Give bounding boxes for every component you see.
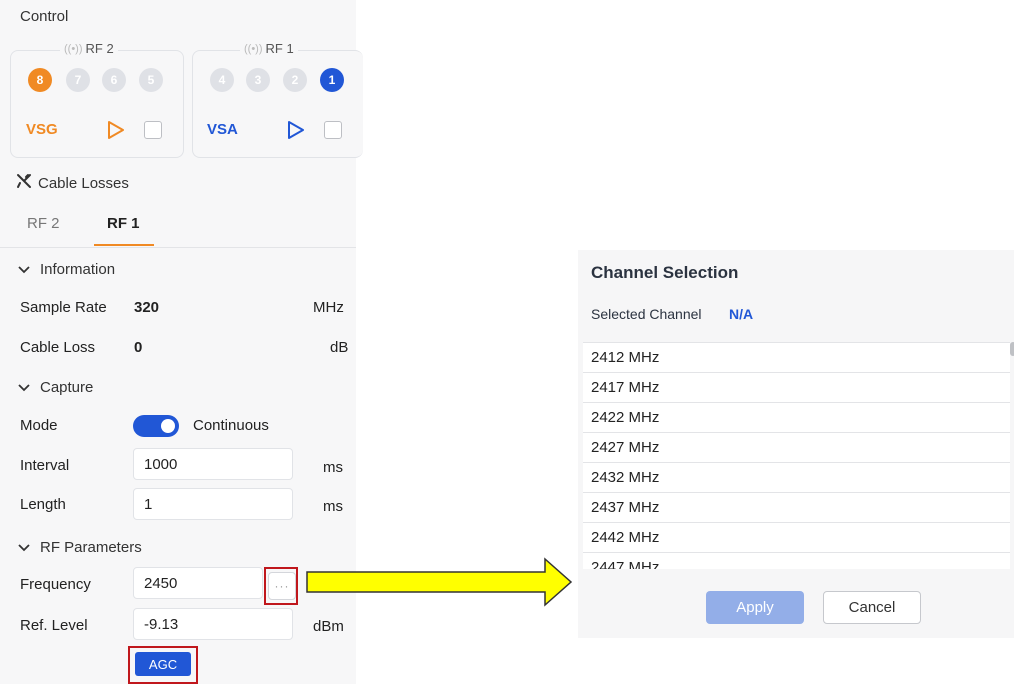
arrow-icon xyxy=(305,557,575,612)
cable-loss-label: Cable Loss xyxy=(20,339,96,356)
rf2-header: ((•)) RF 2 xyxy=(60,41,118,56)
length-label: Length xyxy=(20,496,66,513)
port-8[interactable]: 8 xyxy=(28,68,52,92)
capture-section-header[interactable]: Capture xyxy=(18,379,93,396)
list-item[interactable]: 2422 MHz xyxy=(583,403,1010,433)
list-item[interactable]: 2432 MHz xyxy=(583,463,1010,493)
apply-button[interactable]: Apply xyxy=(706,591,804,624)
vsg-checkbox[interactable] xyxy=(144,121,162,139)
frequency-label: Frequency xyxy=(20,576,91,593)
chevron-down-icon xyxy=(18,261,30,278)
vsg-label: VSG xyxy=(26,121,58,138)
cable-icon xyxy=(16,173,32,193)
port-3[interactable]: 3 xyxy=(246,68,270,92)
information-section-header[interactable]: Information xyxy=(18,261,115,278)
tab-rf1[interactable]: RF 1 xyxy=(107,215,140,232)
mode-toggle[interactable] xyxy=(133,415,179,437)
antenna-icon: ((•)) xyxy=(64,42,83,55)
information-title: Information xyxy=(40,261,116,278)
interval-input[interactable]: 1000 xyxy=(133,448,293,480)
sample-rate-value: 320 xyxy=(134,299,160,316)
selected-channel-label: Selected Channel xyxy=(591,306,702,322)
chevron-down-icon xyxy=(18,379,30,396)
cable-loss-unit: dB xyxy=(330,339,349,356)
list-item[interactable]: 2427 MHz xyxy=(583,433,1010,463)
vsa-checkbox[interactable] xyxy=(324,121,342,139)
vsa-label: VSA xyxy=(207,121,238,138)
port-2[interactable]: 2 xyxy=(283,68,307,92)
play-vsg-icon[interactable] xyxy=(107,120,125,140)
port-7[interactable]: 7 xyxy=(66,68,90,92)
channel-list[interactable]: 2412 MHz 2417 MHz 2422 MHz 2427 MHz 2432… xyxy=(583,342,1010,569)
length-unit: ms xyxy=(323,498,343,515)
ref-level-label: Ref. Level xyxy=(20,617,88,634)
antenna-icon: ((•)) xyxy=(244,42,263,55)
port-1[interactable]: 1 xyxy=(320,68,344,92)
rf2-group xyxy=(10,50,184,158)
rf1-header: ((•)) RF 1 xyxy=(240,41,298,56)
tab-rf2[interactable]: RF 2 xyxy=(27,215,60,232)
selected-channel-value: N/A xyxy=(729,306,754,322)
sample-rate-unit: MHz xyxy=(313,299,344,316)
capture-title: Capture xyxy=(40,379,94,396)
agc-button[interactable]: AGC xyxy=(135,652,191,676)
interval-unit: ms xyxy=(323,459,343,476)
list-item[interactable]: 2442 MHz xyxy=(583,523,1010,553)
list-item[interactable]: 2412 MHz xyxy=(583,343,1010,373)
cable-losses-title: Cable Losses xyxy=(38,174,129,192)
length-input[interactable]: 1 xyxy=(133,488,293,520)
ref-level-unit: dBm xyxy=(313,618,344,635)
rf2-label: RF 2 xyxy=(85,41,114,56)
dialog-title: Channel Selection xyxy=(591,263,739,282)
frequency-input[interactable]: 2450 xyxy=(133,567,263,599)
rf1-group xyxy=(192,50,363,158)
sample-rate-label: Sample Rate xyxy=(20,299,107,316)
list-item[interactable]: 2437 MHz xyxy=(583,493,1010,523)
list-item[interactable]: 2447 MHz xyxy=(583,553,1010,569)
scrollbar[interactable] xyxy=(1010,342,1014,356)
port-4[interactable]: 4 xyxy=(210,68,234,92)
rf1-label: RF 1 xyxy=(265,41,294,56)
chevron-down-icon xyxy=(18,539,30,556)
cable-loss-value: 0 xyxy=(134,339,143,356)
play-vsa-icon[interactable] xyxy=(287,120,305,140)
list-item[interactable]: 2417 MHz xyxy=(583,373,1010,403)
rf-parameters-title: RF Parameters xyxy=(40,539,142,556)
rf-parameters-section-header[interactable]: RF Parameters xyxy=(18,539,142,556)
cable-losses-header: Cable Losses xyxy=(16,173,129,193)
tab-divider xyxy=(0,247,356,248)
more-options-button[interactable]: ··· xyxy=(268,572,296,600)
port-5[interactable]: 5 xyxy=(139,68,163,92)
mode-label: Mode xyxy=(20,417,58,434)
control-title: Control xyxy=(20,8,69,25)
interval-label: Interval xyxy=(20,457,70,474)
tab-active-indicator xyxy=(94,244,154,246)
port-6[interactable]: 6 xyxy=(102,68,126,92)
cancel-button[interactable]: Cancel xyxy=(823,591,921,624)
mode-value: Continuous xyxy=(193,417,269,434)
ref-level-input[interactable]: -9.13 xyxy=(133,608,293,640)
